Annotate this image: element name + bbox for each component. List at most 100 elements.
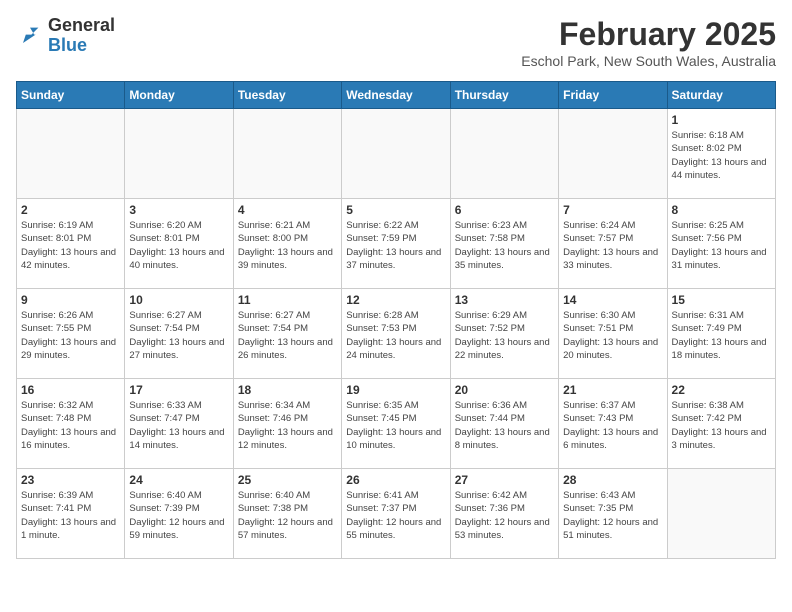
day-number: 5	[346, 203, 445, 217]
day-info: Sunrise: 6:28 AMSunset: 7:53 PMDaylight:…	[346, 309, 445, 362]
day-info: Sunrise: 6:24 AMSunset: 7:57 PMDaylight:…	[563, 219, 662, 272]
day-number: 25	[238, 473, 337, 487]
weekday-header-saturday: Saturday	[667, 82, 775, 109]
calendar-table: SundayMondayTuesdayWednesdayThursdayFrid…	[16, 81, 776, 559]
calendar-cell: 4 Sunrise: 6:21 AMSunset: 8:00 PMDaylight…	[233, 199, 341, 289]
day-number: 2	[21, 203, 120, 217]
day-info: Sunrise: 6:37 AMSunset: 7:43 PMDaylight:…	[563, 399, 662, 452]
logo-blue-text: Blue	[48, 35, 87, 55]
calendar-cell: 19 Sunrise: 6:35 AMSunset: 7:45 PMDayligh…	[342, 379, 450, 469]
day-number: 18	[238, 383, 337, 397]
logo-icon	[16, 22, 44, 50]
calendar-cell: 25 Sunrise: 6:40 AMSunset: 7:38 PMDayligh…	[233, 469, 341, 559]
day-number: 27	[455, 473, 554, 487]
calendar-cell: 6Sunrise: 6:23 AMSunset: 7:58 PMDaylight…	[450, 199, 558, 289]
calendar-cell	[17, 109, 125, 199]
day-info: Sunrise: 6:42 AMSunset: 7:36 PMDaylight:…	[455, 489, 554, 542]
day-number: 10	[129, 293, 228, 307]
calendar-cell: 10 Sunrise: 6:27 AMSunset: 7:54 PMDayligh…	[125, 289, 233, 379]
calendar-cell	[125, 109, 233, 199]
day-info: Sunrise: 6:27 AMSunset: 7:54 PMDaylight:…	[238, 309, 337, 362]
calendar-week-row-4: 23 Sunrise: 6:39 AMSunset: 7:41 PMDayligh…	[17, 469, 776, 559]
day-number: 11	[238, 293, 337, 307]
day-info: Sunrise: 6:26 AMSunset: 7:55 PMDaylight:…	[21, 309, 120, 362]
day-number: 23	[21, 473, 120, 487]
day-number: 16	[21, 383, 120, 397]
calendar-cell: 13 Sunrise: 6:29 AMSunset: 7:52 PMDayligh…	[450, 289, 558, 379]
day-info: Sunrise: 6:21 AMSunset: 8:00 PMDaylight:…	[238, 219, 337, 272]
day-info: Sunrise: 6:40 AMSunset: 7:39 PMDaylight:…	[129, 489, 228, 542]
weekday-header-wednesday: Wednesday	[342, 82, 450, 109]
weekday-header-thursday: Thursday	[450, 82, 558, 109]
day-info: Sunrise: 6:41 AMSunset: 7:37 PMDaylight:…	[346, 489, 445, 542]
day-info: Sunrise: 6:27 AMSunset: 7:54 PMDaylight:…	[129, 309, 228, 362]
day-info: Sunrise: 6:19 AMSunset: 8:01 PMDaylight:…	[21, 219, 120, 272]
weekday-header-monday: Monday	[125, 82, 233, 109]
day-number: 4	[238, 203, 337, 217]
calendar-cell	[342, 109, 450, 199]
weekday-header-sunday: Sunday	[17, 82, 125, 109]
day-info: Sunrise: 6:18 AMSunset: 8:02 PMDaylight:…	[672, 129, 771, 182]
calendar-cell: 23 Sunrise: 6:39 AMSunset: 7:41 PMDayligh…	[17, 469, 125, 559]
weekday-header-tuesday: Tuesday	[233, 82, 341, 109]
title-block: February 2025 Eschol Park, New South Wal…	[521, 16, 776, 69]
calendar-cell	[667, 469, 775, 559]
calendar-cell: 11 Sunrise: 6:27 AMSunset: 7:54 PMDayligh…	[233, 289, 341, 379]
day-info: Sunrise: 6:20 AMSunset: 8:01 PMDaylight:…	[129, 219, 228, 272]
day-number: 12	[346, 293, 445, 307]
day-info: Sunrise: 6:40 AMSunset: 7:38 PMDaylight:…	[238, 489, 337, 542]
day-number: 21	[563, 383, 662, 397]
day-info: Sunrise: 6:32 AMSunset: 7:48 PMDaylight:…	[21, 399, 120, 452]
day-info: Sunrise: 6:29 AMSunset: 7:52 PMDaylight:…	[455, 309, 554, 362]
calendar-cell: 24 Sunrise: 6:40 AMSunset: 7:39 PMDayligh…	[125, 469, 233, 559]
calendar-cell: 9 Sunrise: 6:26 AMSunset: 7:55 PMDaylight…	[17, 289, 125, 379]
day-number: 19	[346, 383, 445, 397]
calendar-cell: 22 Sunrise: 6:38 AMSunset: 7:42 PMDayligh…	[667, 379, 775, 469]
day-number: 14	[563, 293, 662, 307]
day-number: 3	[129, 203, 228, 217]
day-number: 20	[455, 383, 554, 397]
weekday-header-friday: Friday	[559, 82, 667, 109]
calendar-week-row-2: 9 Sunrise: 6:26 AMSunset: 7:55 PMDaylight…	[17, 289, 776, 379]
calendar-cell: 16 Sunrise: 6:32 AMSunset: 7:48 PMDayligh…	[17, 379, 125, 469]
day-number: 28	[563, 473, 662, 487]
day-info: Sunrise: 6:31 AMSunset: 7:49 PMDaylight:…	[672, 309, 771, 362]
calendar-cell: 28 Sunrise: 6:43 AMSunset: 7:35 PMDayligh…	[559, 469, 667, 559]
day-info: Sunrise: 6:39 AMSunset: 7:41 PMDaylight:…	[21, 489, 120, 542]
calendar-cell: 18 Sunrise: 6:34 AMSunset: 7:46 PMDayligh…	[233, 379, 341, 469]
calendar-week-row-3: 16 Sunrise: 6:32 AMSunset: 7:48 PMDayligh…	[17, 379, 776, 469]
calendar-cell	[233, 109, 341, 199]
calendar-cell: 27 Sunrise: 6:42 AMSunset: 7:36 PMDayligh…	[450, 469, 558, 559]
day-number: 24	[129, 473, 228, 487]
day-info: Sunrise: 6:33 AMSunset: 7:47 PMDaylight:…	[129, 399, 228, 452]
calendar-cell: 7Sunrise: 6:24 AMSunset: 7:57 PMDaylight…	[559, 199, 667, 289]
day-info: Sunrise: 6:34 AMSunset: 7:46 PMDaylight:…	[238, 399, 337, 452]
day-info: Sunrise: 6:35 AMSunset: 7:45 PMDaylight:…	[346, 399, 445, 452]
day-number: 1	[672, 113, 771, 127]
calendar-cell: 2 Sunrise: 6:19 AMSunset: 8:01 PMDaylight…	[17, 199, 125, 289]
day-number: 9	[21, 293, 120, 307]
calendar-cell: 5Sunrise: 6:22 AMSunset: 7:59 PMDaylight…	[342, 199, 450, 289]
calendar-cell: 21 Sunrise: 6:37 AMSunset: 7:43 PMDayligh…	[559, 379, 667, 469]
day-number: 22	[672, 383, 771, 397]
day-info: Sunrise: 6:30 AMSunset: 7:51 PMDaylight:…	[563, 309, 662, 362]
page-header: General Blue February 2025 Eschol Park, …	[16, 16, 776, 69]
day-number: 8	[672, 203, 771, 217]
day-info: Sunrise: 6:43 AMSunset: 7:35 PMDaylight:…	[563, 489, 662, 542]
day-info: Sunrise: 6:36 AMSunset: 7:44 PMDaylight:…	[455, 399, 554, 452]
calendar-cell: 26Sunrise: 6:41 AMSunset: 7:37 PMDayligh…	[342, 469, 450, 559]
calendar-cell: 3 Sunrise: 6:20 AMSunset: 8:01 PMDaylight…	[125, 199, 233, 289]
logo-general-text: General	[48, 15, 115, 35]
day-number: 17	[129, 383, 228, 397]
calendar-cell	[559, 109, 667, 199]
calendar-cell: 1 Sunrise: 6:18 AMSunset: 8:02 PMDaylight…	[667, 109, 775, 199]
calendar-week-row-0: 1 Sunrise: 6:18 AMSunset: 8:02 PMDaylight…	[17, 109, 776, 199]
day-info: Sunrise: 6:38 AMSunset: 7:42 PMDaylight:…	[672, 399, 771, 452]
day-number: 13	[455, 293, 554, 307]
day-info: Sunrise: 6:23 AMSunset: 7:58 PMDaylight:…	[455, 219, 554, 272]
calendar-cell: 14 Sunrise: 6:30 AMSunset: 7:51 PMDayligh…	[559, 289, 667, 379]
calendar-cell: 20 Sunrise: 6:36 AMSunset: 7:44 PMDayligh…	[450, 379, 558, 469]
calendar-week-row-1: 2 Sunrise: 6:19 AMSunset: 8:01 PMDaylight…	[17, 199, 776, 289]
weekday-header-row: SundayMondayTuesdayWednesdayThursdayFrid…	[17, 82, 776, 109]
logo: General Blue	[16, 16, 115, 56]
